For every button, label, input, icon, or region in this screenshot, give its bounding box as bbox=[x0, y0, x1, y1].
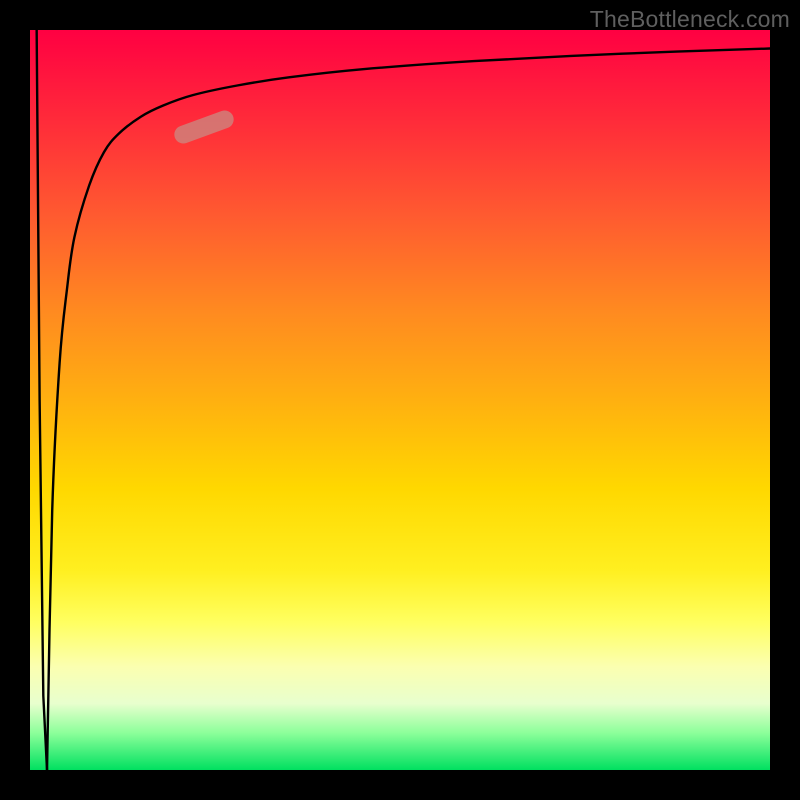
attribution-text: TheBottleneck.com bbox=[590, 6, 790, 33]
plot-gradient-background bbox=[30, 30, 770, 770]
